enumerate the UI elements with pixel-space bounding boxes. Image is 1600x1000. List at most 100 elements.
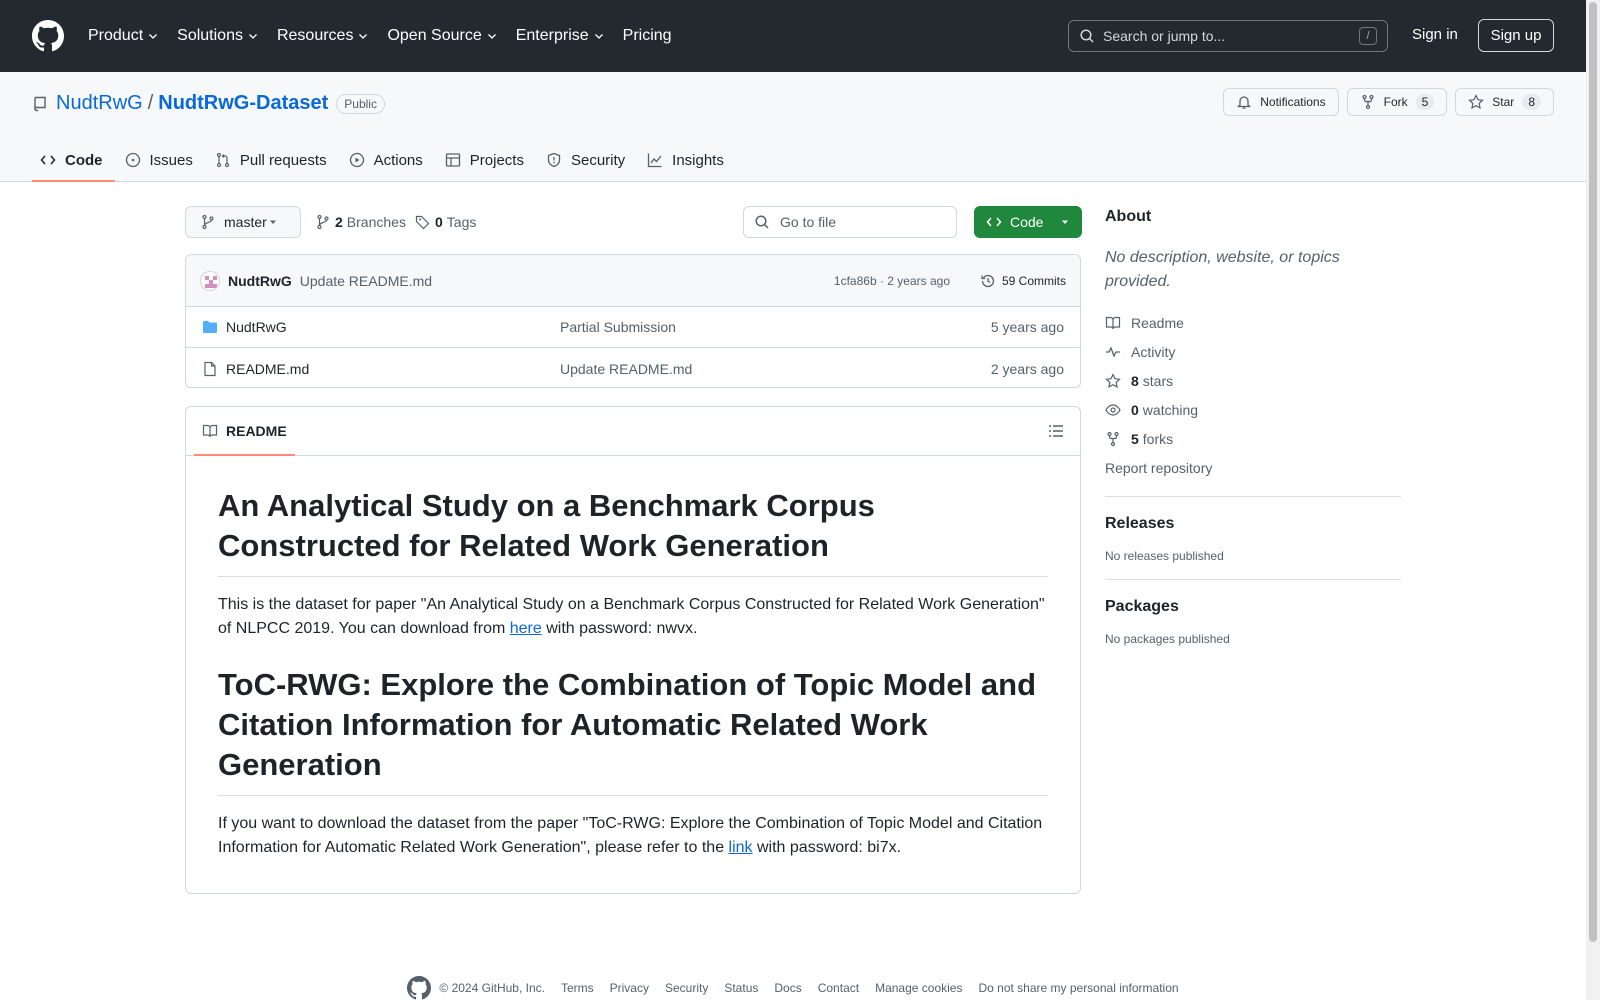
- commit-author-link[interactable]: NudtRwG: [228, 273, 292, 289]
- repo-title: NudtRwG / NudtRwG-Dataset Public: [32, 92, 385, 115]
- nav-resources[interactable]: Resources: [277, 27, 369, 45]
- page-scrollbar[interactable]: [1586, 0, 1600, 1000]
- tab-issues[interactable]: Issues: [117, 140, 205, 180]
- watching-link[interactable]: 0 watching: [1105, 395, 1401, 424]
- readme-heading-1: An Analytical Study on a Benchmark Corpu…: [218, 486, 1048, 577]
- file-age: 5 years ago: [990, 319, 1064, 335]
- eye-icon: [1105, 403, 1121, 416]
- sign-in-link[interactable]: Sign in: [1412, 26, 1458, 43]
- star-count: 8: [1522, 94, 1541, 110]
- repo-separator: /: [147, 92, 154, 114]
- commits-history-link[interactable]: 59 Commits: [980, 273, 1066, 289]
- identicon-icon: [205, 275, 217, 288]
- footer-link-privacy[interactable]: Privacy: [610, 981, 649, 995]
- sign-up-button[interactable]: Sign up: [1478, 19, 1554, 52]
- readme-paragraph-2: If you want to download the dataset from…: [218, 815, 1043, 856]
- footer-link-manage-cookies[interactable]: Manage cookies: [875, 981, 962, 995]
- book-icon: [202, 424, 218, 437]
- file-commit-message[interactable]: Partial Submission: [560, 319, 676, 335]
- footer-link-docs[interactable]: Docs: [774, 981, 801, 995]
- star-icon: [1105, 372, 1121, 388]
- search-input[interactable]: Search or jump to... /: [1068, 20, 1388, 52]
- nav-enterprise[interactable]: Enterprise: [516, 27, 605, 45]
- download-link[interactable]: link: [729, 839, 753, 856]
- tags-link[interactable]: 0 Tags: [415, 214, 476, 230]
- book-icon: [1105, 316, 1121, 329]
- repo-sidebar: About No description, website, or topics…: [1105, 208, 1401, 648]
- list-outline-icon[interactable]: [1048, 423, 1064, 439]
- main-nav: Product Solutions Resources Open Source …: [88, 27, 690, 45]
- fork-count: 5: [1415, 94, 1435, 110]
- notifications-button[interactable]: Notifications: [1223, 88, 1339, 116]
- github-logo-icon[interactable]: [407, 976, 432, 1000]
- pull-request-icon: [216, 152, 229, 168]
- footer-link-status[interactable]: Status: [724, 981, 758, 995]
- branches-link[interactable]: 2 Branches: [315, 214, 406, 230]
- repo-header: NudtRwG / NudtRwG-Dataset Public Notific…: [0, 72, 1586, 182]
- file-name-link[interactable]: NudtRwG: [226, 319, 287, 335]
- scrollbar-thumb[interactable]: [1589, 2, 1597, 942]
- repo-owner-link[interactable]: NudtRwG: [56, 92, 143, 115]
- file-age: 2 years ago: [990, 360, 1064, 377]
- repo-name-link[interactable]: NudtRwG-Dataset: [158, 92, 328, 115]
- tab-code[interactable]: Code: [32, 140, 115, 182]
- releases-empty: No releases published: [1105, 549, 1224, 563]
- branch-select-button[interactable]: master: [185, 206, 301, 238]
- bell-icon: [1237, 96, 1252, 109]
- file-commit-message[interactable]: Update README.md: [560, 361, 692, 377]
- fork-button[interactable]: Fork 5: [1346, 88, 1448, 116]
- tab-insights[interactable]: Insights: [639, 140, 736, 180]
- packages-empty: No packages published: [1105, 632, 1230, 646]
- tab-projects[interactable]: Projects: [437, 140, 536, 180]
- chevron-down-icon: [487, 34, 496, 39]
- nav-solutions[interactable]: Solutions: [177, 27, 259, 45]
- tab-security[interactable]: Security: [538, 140, 637, 180]
- search-placeholder: Search or jump to...: [1103, 28, 1226, 44]
- repo-actions: Notifications Fork 5 Star 8: [1223, 88, 1554, 116]
- file-toolbar: master 2 Branches 0 Tags Go to file Code: [185, 206, 1082, 238]
- code-dropdown-button[interactable]: Code: [974, 206, 1082, 238]
- nav-open-source[interactable]: Open Source: [387, 27, 497, 45]
- github-logo-icon[interactable]: [32, 20, 64, 52]
- history-icon: [981, 274, 995, 287]
- branch-icon: [317, 214, 329, 230]
- latest-commit-row: NudtRwG Update README.md 1cfa86b · 2 yea…: [186, 255, 1080, 307]
- footer-link-contact[interactable]: Contact: [818, 981, 859, 995]
- caret-down-icon: [270, 220, 276, 224]
- pulse-icon: [1106, 345, 1120, 358]
- shield-icon: [547, 152, 561, 168]
- footer-link-terms[interactable]: Terms: [561, 981, 594, 995]
- nav-product[interactable]: Product: [88, 27, 159, 45]
- search-shortcut-key: /: [1359, 27, 1377, 45]
- file-name-link[interactable]: README.md: [226, 361, 309, 377]
- readme-heading-2: ToC-RWG: Explore the Combination of Topi…: [218, 665, 1048, 796]
- releases-title[interactable]: Releases: [1105, 515, 1401, 533]
- main-content: master 2 Branches 0 Tags Go to file Code: [185, 206, 1082, 894]
- avatar[interactable]: [200, 270, 220, 291]
- tab-pull-requests[interactable]: Pull requests: [207, 140, 339, 180]
- packages-title[interactable]: Packages: [1105, 598, 1401, 616]
- tab-actions[interactable]: Actions: [341, 140, 435, 180]
- nav-pricing[interactable]: Pricing: [623, 27, 672, 45]
- forks-link[interactable]: 5 forks: [1105, 424, 1401, 453]
- go-to-file-input[interactable]: Go to file: [743, 206, 957, 238]
- report-repository-link[interactable]: Report repository: [1105, 453, 1401, 482]
- footer-link-security[interactable]: Security: [665, 981, 708, 995]
- stars-link[interactable]: 8 stars: [1105, 366, 1401, 395]
- tag-icon: [415, 215, 430, 230]
- about-description: No description, website, or topics provi…: [1105, 249, 1340, 290]
- about-title: About: [1105, 208, 1152, 225]
- readme-link[interactable]: Readme: [1105, 308, 1401, 337]
- download-here-link[interactable]: here: [510, 620, 542, 637]
- activity-link[interactable]: Activity: [1105, 337, 1401, 366]
- table-row[interactable]: NudtRwG Partial Submission 5 years ago: [186, 307, 1080, 348]
- footer-link-do-not-share[interactable]: Do not share my personal information: [978, 981, 1178, 995]
- commit-hash-time[interactable]: 1cfa86b · 2 years ago: [834, 274, 950, 288]
- repo-icon: [34, 96, 46, 111]
- global-header: Product Solutions Resources Open Source …: [0, 0, 1586, 72]
- commit-message-link[interactable]: Update README.md: [300, 273, 432, 289]
- readme-tab[interactable]: README: [194, 407, 295, 456]
- star-button[interactable]: Star 8: [1455, 88, 1554, 116]
- table-icon: [445, 153, 460, 167]
- table-row[interactable]: README.md Update README.md 2 years ago: [186, 348, 1080, 387]
